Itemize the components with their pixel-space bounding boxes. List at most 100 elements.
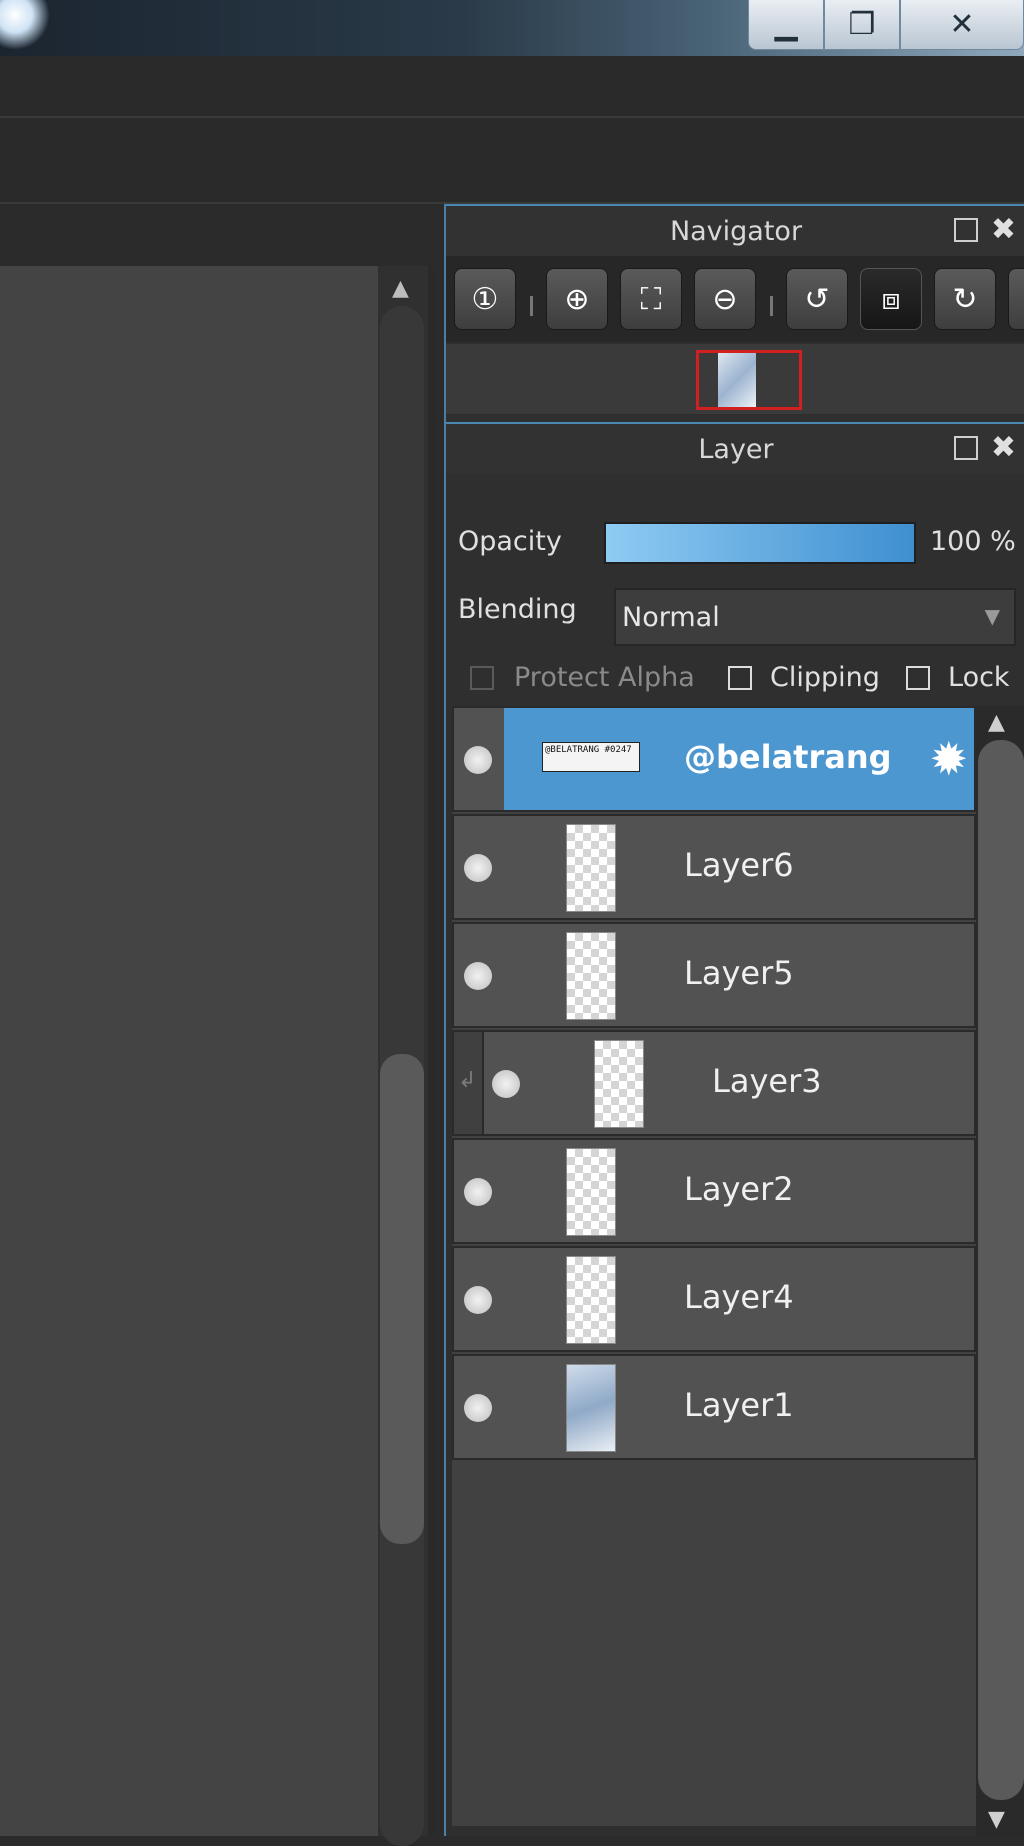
layer-row[interactable]: Layer2 <box>452 1138 976 1244</box>
layer-row-main[interactable]: Layer4 <box>504 1248 974 1350</box>
lock-label: Lock <box>948 662 1010 693</box>
layer-row[interactable]: @BELATRANG #0247 @belatrang ✹ <box>452 706 976 812</box>
layer-row[interactable]: Layer5 <box>452 922 976 1028</box>
layer-row-main[interactable]: Layer3 <box>532 1032 974 1134</box>
window-title-bar: ▁ ❐ ✕ <box>0 0 1024 56</box>
menu-bar <box>0 56 1024 118</box>
drawing-canvas[interactable] <box>0 266 378 1836</box>
layer-thumbnail: @BELATRANG #0247 <box>542 742 640 772</box>
scroll-down-arrow-icon[interactable]: ▼ <box>988 1807 1005 1832</box>
layer-name: Layer5 <box>684 954 794 992</box>
layer-name: Layer4 <box>684 1278 794 1316</box>
zoom-in-icon: ⊕ <box>564 281 590 317</box>
clip-arrow-icon: ↲ <box>458 1068 477 1093</box>
reset-rotation-icon: ⧈ <box>881 281 901 317</box>
blending-select[interactable]: Normal ▼ <box>614 588 1016 646</box>
layer-name: @belatrang <box>684 738 892 776</box>
tool-options-bar <box>0 118 1024 204</box>
layer-row[interactable]: Layer1 <box>452 1354 976 1460</box>
restore-icon: ❐ <box>848 7 876 42</box>
layer-close-icon[interactable]: ✖ <box>991 430 1016 465</box>
gear-icon[interactable]: ✹ <box>929 732 968 786</box>
more-tools-button[interactable] <box>1008 268 1024 330</box>
navigator-preview[interactable] <box>446 344 1024 414</box>
layer-thumbnail <box>566 824 616 912</box>
rotate-right-button[interactable]: ↻ <box>934 268 996 330</box>
rotate-left-icon: ↺ <box>804 281 830 317</box>
layer-row[interactable]: Layer6 <box>452 814 976 920</box>
navigator-close-icon[interactable]: ✖ <box>991 212 1016 247</box>
layer-scroll-thumb[interactable] <box>978 740 1024 1800</box>
zoom-actual-button[interactable]: ① <box>454 268 516 330</box>
clipping-checkbox[interactable] <box>728 666 752 690</box>
layer-header: Layer ✖ <box>446 422 1024 474</box>
layer-name: Layer3 <box>712 1062 822 1100</box>
close-icon: ✕ <box>949 7 975 42</box>
rotate-right-icon: ↻ <box>952 281 978 317</box>
restore-button[interactable]: ❐ <box>824 0 900 50</box>
visibility-eye-icon[interactable] <box>464 746 492 774</box>
layer-name: Layer2 <box>684 1170 794 1208</box>
chevron-down-icon: ▼ <box>984 604 1000 628</box>
minimize-button[interactable]: ▁ <box>748 0 824 50</box>
zoom-out-button[interactable]: ⊖ <box>694 268 756 330</box>
clipping-label: Clipping <box>770 662 880 693</box>
visibility-eye-icon[interactable] <box>464 1394 492 1422</box>
layer-panel-title: Layer <box>698 433 774 465</box>
canvas-area: ▲ <box>0 204 436 1846</box>
zoom-in-button[interactable]: ⊕ <box>546 268 608 330</box>
blending-value: Normal <box>622 601 720 633</box>
rotate-left-button[interactable]: ↺ <box>786 268 848 330</box>
layer-row-main[interactable]: Layer2 <box>504 1140 974 1242</box>
visibility-eye-icon[interactable] <box>492 1070 520 1098</box>
popout-icon[interactable] <box>954 218 978 242</box>
app-logo-glow <box>0 0 50 50</box>
view-frame[interactable] <box>696 350 802 410</box>
visibility-eye-icon[interactable] <box>464 962 492 990</box>
fit-screen-button[interactable]: ⛶ <box>620 268 682 330</box>
opacity-label: Opacity <box>458 526 562 557</box>
protect-alpha-checkbox[interactable] <box>470 666 494 690</box>
layer-name: Layer6 <box>684 846 794 884</box>
canvas-vertical-scrollbar[interactable]: ▲ <box>378 266 428 1846</box>
lock-checkbox[interactable] <box>906 666 930 690</box>
zoom-actual-icon: ① <box>471 281 499 317</box>
opacity-slider[interactable] <box>604 522 916 564</box>
navigator-toolbar: ① ⊕ ⛶ ⊖ ↺ ⧈ ↻ <box>446 256 1024 342</box>
toolbar-separator <box>530 296 533 316</box>
toolbar-separator <box>770 296 773 316</box>
layer-row[interactable]: ↲ Layer3 <box>452 1030 976 1136</box>
reset-rotation-button[interactable]: ⧈ <box>860 268 922 330</box>
layer-row-main[interactable]: Layer1 <box>504 1356 974 1458</box>
close-button[interactable]: ✕ <box>900 0 1024 50</box>
layer-list-scrollbar[interactable]: ▲ ▼ <box>976 706 1024 1836</box>
layer-name: Layer1 <box>684 1386 794 1424</box>
navigator-header: Navigator ✖ <box>446 204 1024 256</box>
layer-row-main[interactable]: Layer6 <box>504 816 974 918</box>
opacity-value: 100 % <box>930 526 1016 557</box>
layer-panel: Layer ✖ Opacity 100 % Blending Normal ▼ … <box>446 422 1024 1836</box>
navigator-title: Navigator <box>669 215 803 247</box>
canvas-scroll-thumb[interactable] <box>380 1054 424 1544</box>
window-controls: ▁ ❐ ✕ <box>748 0 1024 52</box>
layer-thumbnail <box>566 932 616 1020</box>
right-panel-column: Navigator ✖ ① ⊕ ⛶ ⊖ ↺ ⧈ ↻ Layer ✖ Opacit… <box>444 204 1024 1836</box>
layer-row[interactable]: Layer4 <box>452 1246 976 1352</box>
layer-thumbnail <box>566 1148 616 1236</box>
visibility-eye-icon[interactable] <box>464 1286 492 1314</box>
scroll-up-arrow-icon[interactable]: ▲ <box>988 710 1005 735</box>
layer-row-main[interactable]: @BELATRANG #0247 @belatrang ✹ <box>504 708 974 810</box>
layer-thumbnail <box>566 1364 616 1452</box>
visibility-eye-icon[interactable] <box>464 854 492 882</box>
protect-alpha-label: Protect Alpha <box>514 662 695 693</box>
clipping-indicator: ↲ <box>454 1032 484 1134</box>
fit-screen-icon: ⛶ <box>640 281 662 317</box>
popout-icon[interactable] <box>954 436 978 460</box>
canvas-tab-strip <box>0 204 436 266</box>
visibility-eye-icon[interactable] <box>464 1178 492 1206</box>
layer-row-main[interactable]: Layer5 <box>504 924 974 1026</box>
scroll-up-arrow-icon[interactable]: ▲ <box>392 276 409 301</box>
layer-thumbnail <box>594 1040 644 1128</box>
blending-label: Blending <box>458 594 577 625</box>
layer-thumbnail <box>566 1256 616 1344</box>
